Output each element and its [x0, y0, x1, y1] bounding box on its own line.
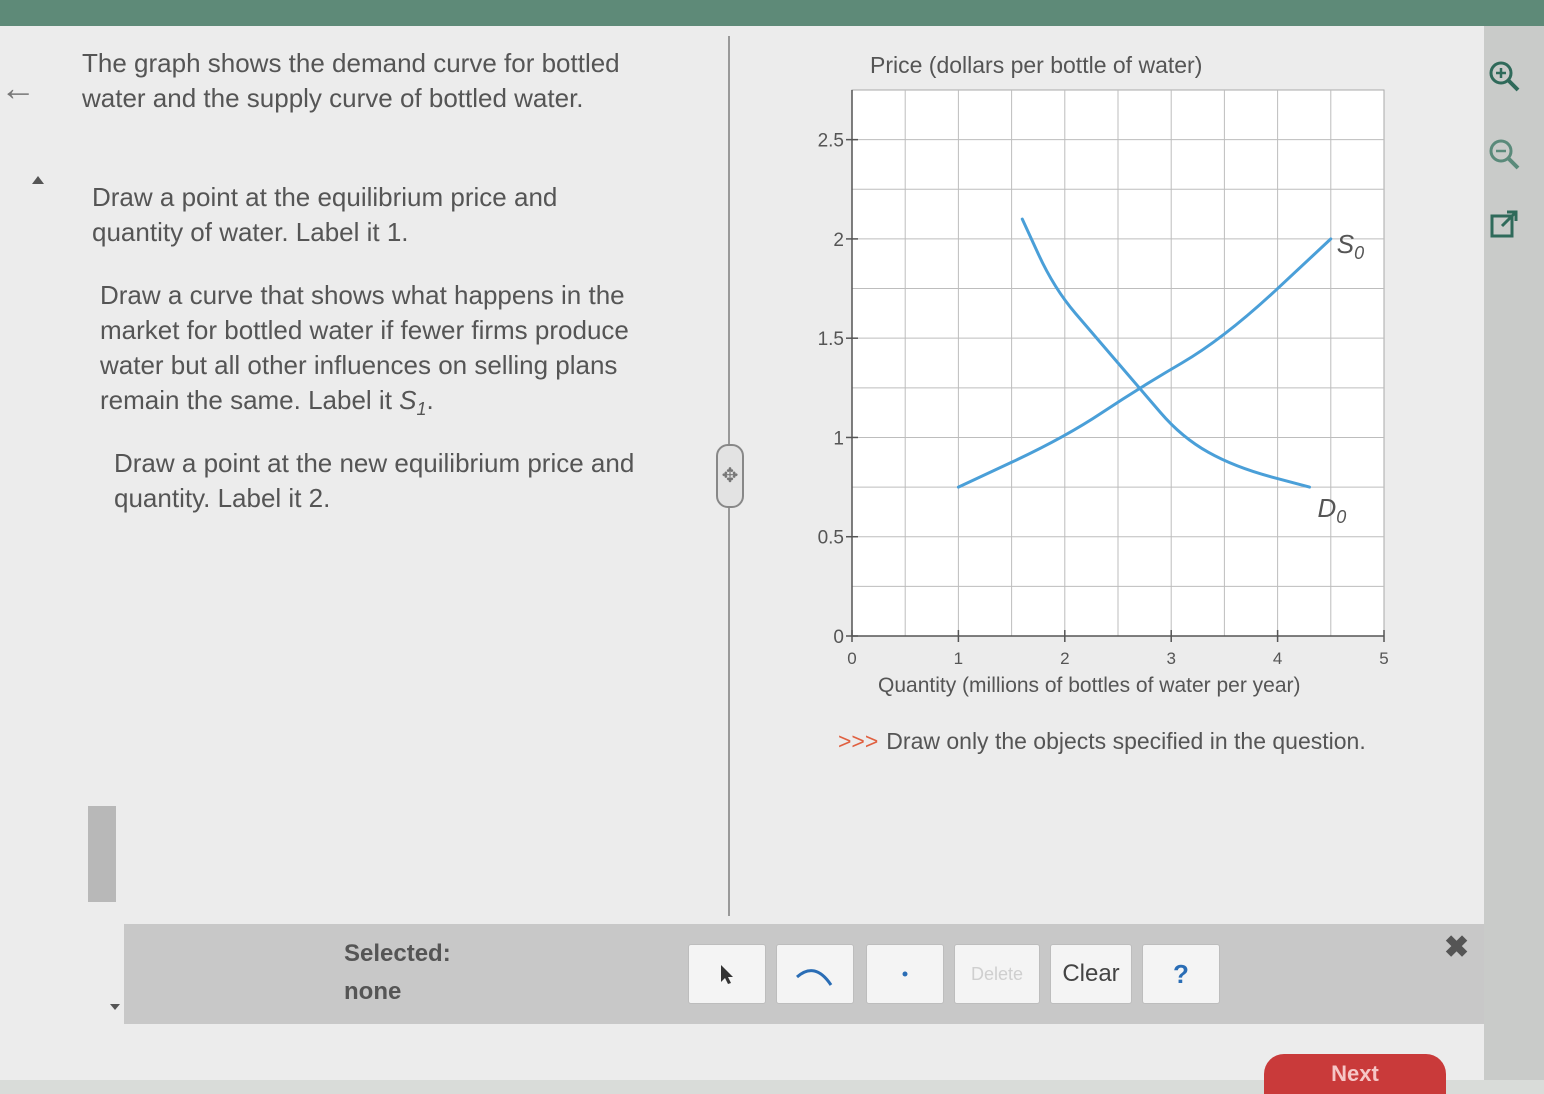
- zoom-out-icon[interactable]: [1486, 136, 1522, 172]
- right-tools-strip: [1484, 26, 1544, 1080]
- point-tool-button[interactable]: [866, 944, 944, 1004]
- select-tool-button[interactable]: [688, 944, 766, 1004]
- clear-button[interactable]: Clear: [1050, 944, 1132, 1004]
- instruction-message: Draw only the objects specified in the q…: [886, 728, 1366, 754]
- x-tick-label: 1: [954, 649, 963, 668]
- back-arrow-icon[interactable]: ←: [0, 70, 36, 106]
- selected-value: none: [344, 978, 402, 1005]
- x-tick-label: 4: [1273, 649, 1282, 668]
- question-paragraph-3-text: Draw a curve that shows what happens in …: [100, 280, 629, 415]
- y-tick-label: 2.5: [818, 131, 844, 152]
- pointer-arrow-icon: [721, 965, 733, 984]
- popout-icon[interactable]: [1486, 206, 1522, 242]
- curve-tool-button[interactable]: [776, 944, 854, 1004]
- top-band: [0, 0, 1544, 26]
- point-icon: [902, 971, 908, 977]
- y-tick-label: 0: [833, 627, 844, 648]
- y-tick-label: 2: [833, 230, 844, 251]
- x-tick-label: 0: [847, 649, 856, 668]
- x-tick-label: 5: [1379, 649, 1388, 668]
- curve-icon: [796, 969, 833, 986]
- instruction-chevrons: >>>: [838, 728, 879, 754]
- collapse-up-icon[interactable]: [32, 176, 44, 184]
- y-tick-label: 0.5: [818, 528, 844, 549]
- question-paragraph-4: Draw a point at the new equilibrium pric…: [114, 448, 635, 513]
- drag-handle-icon[interactable]: ✥: [716, 444, 744, 508]
- instruction-text: >>> Draw only the objects specified in th…: [838, 728, 1366, 755]
- help-button[interactable]: ?: [1142, 944, 1220, 1004]
- question-paragraph-1: The graph shows the demand curve for bot…: [82, 48, 620, 113]
- zoom-in-icon[interactable]: [1486, 58, 1522, 94]
- question-paragraph-2: Draw a point at the equilibrium price an…: [92, 182, 558, 247]
- question-paragraph-3: Draw a curve that shows what happens in …: [100, 280, 629, 419]
- collapse-down-icon[interactable]: [110, 1004, 120, 1010]
- selected-label: Selected:: [344, 940, 451, 967]
- s1-label: S1: [399, 385, 427, 419]
- y-axis-label: Price (dollars per bottle of water): [870, 52, 1202, 78]
- graph-area[interactable]: Price (dollars per bottle of water) Quan…: [800, 40, 1460, 720]
- y-tick-label: 1: [833, 428, 844, 449]
- left-scrollbar[interactable]: [88, 806, 116, 902]
- close-icon[interactable]: ✖: [1444, 930, 1469, 965]
- x-axis-label: Quantity (millions of bottles of water p…: [878, 674, 1301, 697]
- x-tick-label: 2: [1060, 649, 1069, 668]
- y-tick-label: 1.5: [818, 329, 844, 350]
- delete-button[interactable]: Delete: [954, 944, 1040, 1004]
- next-button[interactable]: Next: [1264, 1054, 1446, 1094]
- x-tick-label: 3: [1166, 649, 1175, 668]
